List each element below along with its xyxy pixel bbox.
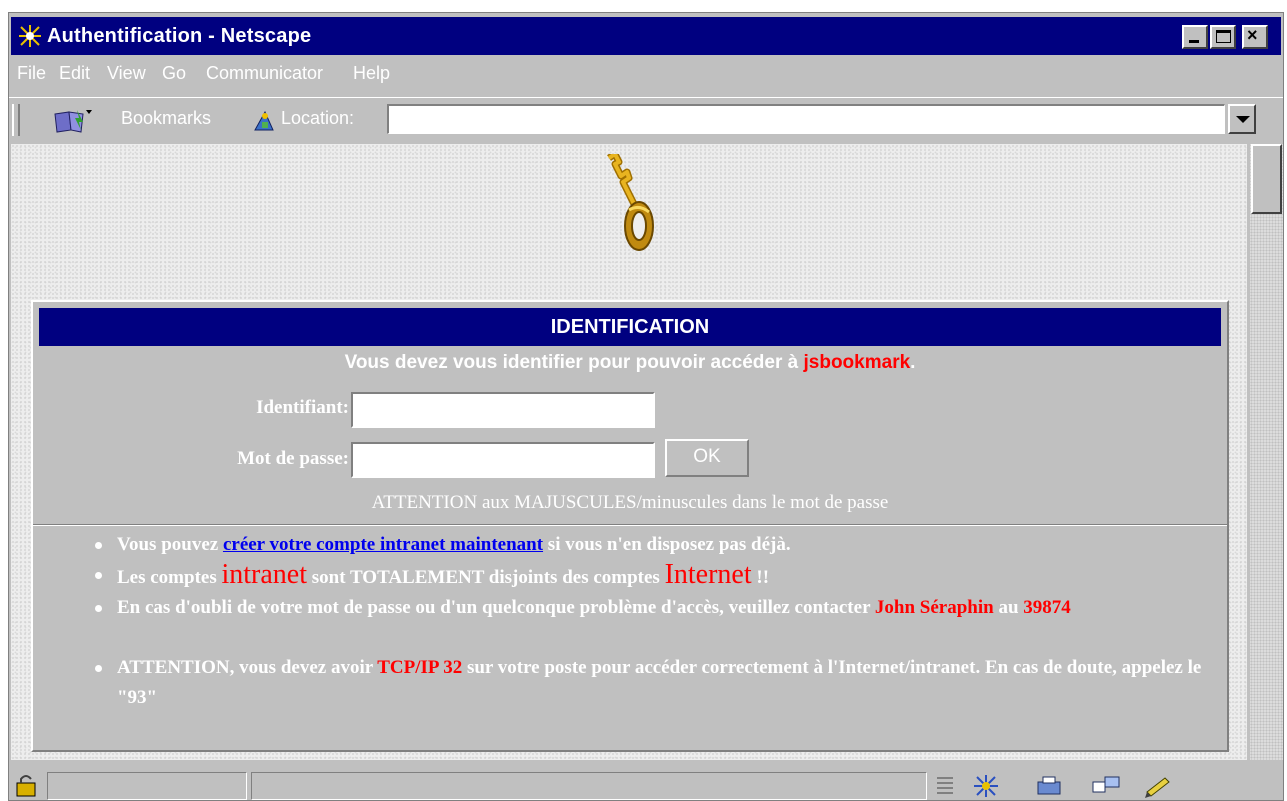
bullet-text: si vous n'en disposez pas déjà. [543, 534, 791, 555]
location-label: Location: [281, 108, 355, 128]
page-content: IDENTIFICATION Vous devez vous identifie… [11, 144, 1247, 760]
list-item: En cas d'oubli de votre mot de passe ou … [93, 593, 1223, 623]
title-bar[interactable]: Authentification - Netscape × [11, 17, 1281, 55]
intranet-word: intranet [221, 559, 308, 590]
component-bar [931, 772, 1261, 800]
discussions-icon[interactable] [1091, 774, 1121, 798]
browser-window: Authentification - Netscape × File Edit … [8, 12, 1284, 801]
menu-go[interactable]: Go [162, 63, 186, 84]
bullet-text: Les comptes [117, 567, 222, 588]
scrollbar-thumb[interactable] [1251, 144, 1282, 214]
login-input[interactable] [351, 392, 655, 428]
close-icon: × [1247, 25, 1258, 45]
key-icon [607, 154, 654, 251]
list-item: Vous pouvez créer votre compte intranet … [93, 530, 1223, 560]
chevron-down-icon [1236, 116, 1250, 123]
navigator-icon[interactable] [971, 774, 1001, 798]
login-label: Identifiant: [256, 397, 349, 418]
lock-icon[interactable] [13, 773, 43, 797]
intro-end: . [910, 352, 916, 373]
panel-heading: IDENTIFICATION [39, 308, 1221, 346]
menu-edit[interactable]: Edit [59, 63, 90, 84]
bullet-text: sont TOTALEMENT disjoints des comptes [307, 567, 665, 588]
vertical-scrollbar[interactable] [1250, 144, 1283, 760]
password-label: Mot de passe: [237, 448, 349, 469]
list-item: Les comptes intranet sont TOTALEMENT dis… [93, 560, 1223, 593]
status-message [251, 772, 927, 800]
bookmarks-icon[interactable] [53, 108, 93, 134]
info-list: Vous pouvez créer votre compte intranet … [93, 530, 1223, 713]
location-input[interactable] [387, 104, 1225, 134]
ok-button[interactable]: OK [665, 439, 749, 477]
bullet-text: ATTENTION, vous devez avoir [117, 657, 378, 678]
identification-panel: IDENTIFICATION Vous devez vous identifie… [31, 300, 1229, 752]
location-icon[interactable] [253, 108, 275, 132]
location-toolbar: Bookmarks Location: [9, 97, 1283, 139]
list-item: ATTENTION, vous devez avoir TCP/IP 32 su… [93, 653, 1223, 713]
bullet-text: Vous pouvez [117, 534, 223, 555]
faded-banner [25, 262, 1245, 302]
menu-communicator[interactable]: Communicator [206, 63, 323, 84]
case-warning: ATTENTION aux MAJUSCULES/minuscules dans… [371, 492, 889, 513]
menu-bar: File Edit View Go Communicator Help [9, 57, 1283, 89]
close-button[interactable]: × [1242, 25, 1268, 49]
maximize-icon [1216, 30, 1231, 43]
contact-number: 39874 [1023, 597, 1071, 618]
minimize-button[interactable] [1182, 25, 1208, 49]
location-dropdown-button[interactable] [1228, 104, 1256, 134]
composer-icon[interactable] [1143, 774, 1173, 798]
mail-icon[interactable] [1035, 774, 1065, 798]
tcpip-text: TCP/IP 32 [377, 657, 463, 678]
menu-file[interactable]: File [17, 63, 46, 84]
window-title: Authentification - Netscape [47, 25, 312, 47]
toolbar-grip[interactable] [12, 104, 20, 136]
contact-name: John Séraphin [874, 597, 994, 618]
status-cell [47, 772, 247, 800]
bullet-text: au [993, 597, 1024, 618]
grip-icon[interactable] [931, 774, 961, 798]
intro-label: Vous devez vous identifier pour pouvoir … [344, 352, 804, 373]
menu-help[interactable]: Help [353, 63, 390, 84]
intro-text: Vous devez vous identifier pour pouvoir … [33, 352, 1227, 374]
app-name: jsbookmark [803, 352, 911, 373]
status-bar [9, 768, 1283, 801]
minimize-icon [1189, 40, 1199, 43]
password-input[interactable] [351, 442, 655, 478]
create-account-link[interactable]: créer votre compte intranet maintenant [223, 534, 543, 555]
netscape-icon [17, 24, 43, 48]
bullet-text: !! [751, 567, 770, 588]
maximize-button[interactable] [1210, 25, 1236, 49]
bullet-text: En cas d'oubli de votre mot de passe ou … [117, 597, 875, 618]
bookmarks-label[interactable]: Bookmarks [121, 108, 211, 129]
menu-view[interactable]: View [107, 63, 146, 84]
panel-divider [33, 524, 1227, 526]
internet-word: Internet [664, 559, 752, 590]
